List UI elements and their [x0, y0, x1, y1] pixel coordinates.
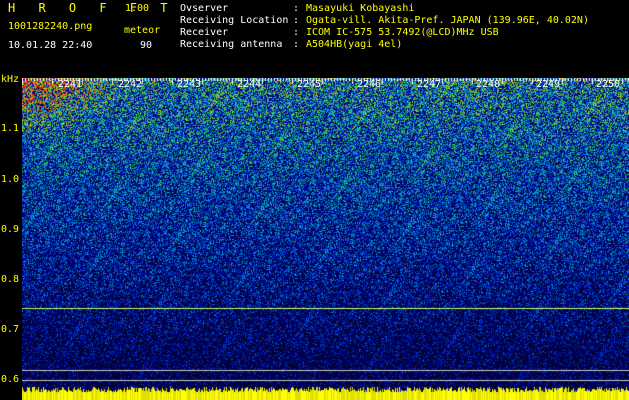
- time-label: 2245: [297, 79, 322, 90]
- y-tick-label: 0.9: [1, 224, 20, 235]
- y-tick-label: 0.8: [1, 274, 20, 285]
- time-label: 2241: [58, 79, 83, 90]
- info-label-observer: Ovserver: [180, 3, 229, 14]
- app-version: 1.00: [125, 3, 150, 14]
- info-value-location: Ogata-vill. Akita-Pref. JAPAN (139.96E, …: [306, 15, 589, 26]
- info-value-receiver: ICOM IC-575 53.7492(@LCD)MHz USB: [306, 27, 499, 38]
- time-label: 2249: [536, 79, 561, 90]
- info-value-observer: Masayuki Kobayashi: [306, 3, 415, 14]
- y-tick-label: 0.7: [1, 324, 20, 335]
- y-axis-unit: kHz: [1, 74, 20, 85]
- time-label: 2244: [237, 79, 262, 90]
- info-colon: :: [293, 3, 300, 14]
- time-label: 2243: [177, 79, 202, 90]
- y-tick-label: 1.0: [1, 174, 20, 185]
- info-label-receiver: Receiver: [180, 27, 229, 38]
- info-colon: :: [293, 27, 300, 38]
- y-tick-label: 0.6: [1, 374, 20, 385]
- time-label: 2250: [596, 79, 621, 90]
- time-label: 2246: [357, 79, 382, 90]
- info-label-antenna: Receiving antenna: [180, 39, 283, 50]
- info-value-antenna: A504HB(yagi 4el): [306, 39, 403, 50]
- app-title: H R O F F T: [8, 1, 176, 15]
- date-time: 10.01.28 22:40: [8, 40, 93, 51]
- info-colon: :: [293, 39, 300, 50]
- info-colon: :: [293, 15, 300, 26]
- spectrogram: [22, 78, 629, 400]
- time-label: 2247: [417, 79, 442, 90]
- spectrogram-canvas: [22, 78, 629, 400]
- file-name: 1001282240.png: [8, 21, 93, 32]
- time-label: 2248: [476, 79, 501, 90]
- time-label: 2242: [118, 79, 143, 90]
- info-label-location: Receiving Location: [180, 15, 289, 26]
- detection-count: 90: [140, 40, 153, 51]
- mode-label: meteor: [124, 25, 161, 36]
- y-tick-label: 1.1: [1, 123, 20, 134]
